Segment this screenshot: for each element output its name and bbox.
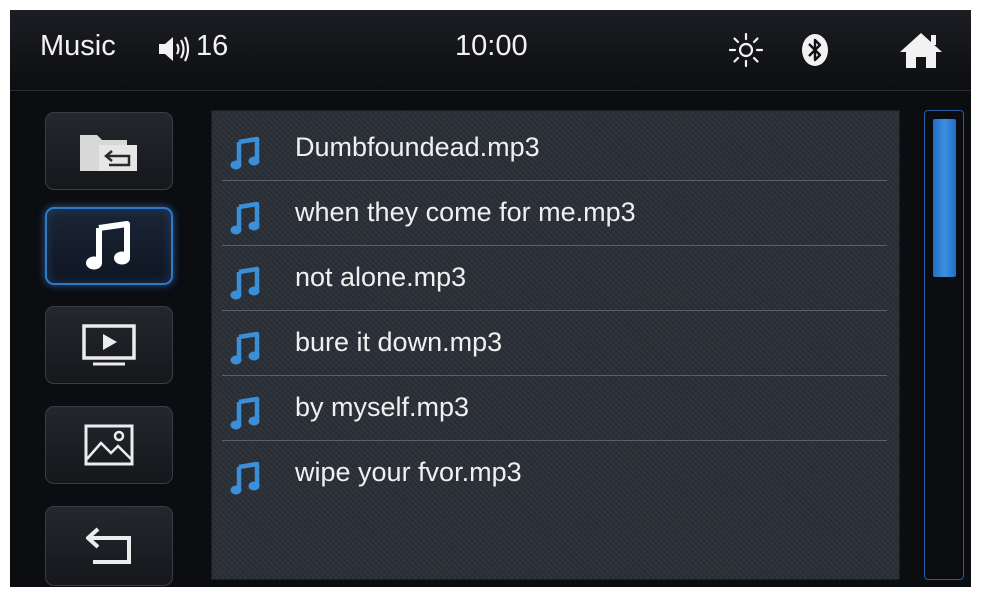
track-title: when they come for me.mp3 [295, 197, 636, 227]
app-title: Music [40, 30, 116, 62]
list-item[interactable]: wipe your fvor.mp3 [212, 441, 887, 506]
list-item[interactable]: Dumbfoundead.mp3 [212, 116, 887, 181]
bluetooth-icon[interactable] [800, 33, 830, 67]
track-list[interactable]: Dumbfoundead.mp3 when they come for me.m… [211, 110, 900, 580]
clock: 10:00 [455, 30, 528, 62]
sidebar-item-folder-back[interactable] [45, 112, 173, 190]
sidebar-item-video[interactable] [45, 306, 173, 384]
list-item[interactable]: when they come for me.mp3 [212, 181, 887, 246]
music-note-icon [230, 266, 260, 300]
image-icon [84, 424, 134, 466]
sidebar-item-back[interactable] [45, 506, 173, 586]
volume-level: 16 [196, 30, 229, 62]
music-note-icon [230, 461, 260, 495]
list-item[interactable]: bure it down.mp3 [212, 311, 887, 376]
list-item[interactable]: by myself.mp3 [212, 376, 887, 441]
video-play-icon [82, 324, 136, 366]
music-note-icon [230, 136, 260, 170]
music-note-icon [230, 331, 260, 365]
scrollbar-thumb[interactable] [933, 119, 956, 277]
track-title: Dumbfoundead.mp3 [295, 132, 540, 162]
brightness-icon[interactable] [728, 32, 764, 68]
list-item[interactable]: not alone.mp3 [212, 246, 887, 311]
folder-back-icon [80, 135, 137, 171]
media-player-screen: Music 16 10:00 Dumbfoundead.mp3 when the… [10, 10, 971, 587]
track-title: not alone.mp3 [295, 262, 467, 292]
return-arrow-icon [86, 527, 131, 564]
sidebar-item-photo[interactable] [45, 406, 173, 484]
music-note-icon [230, 396, 260, 430]
track-title: wipe your fvor.mp3 [295, 457, 522, 487]
track-title: by myself.mp3 [295, 392, 470, 422]
scrollbar[interactable] [924, 110, 964, 580]
status-bar: Music 16 10:00 [10, 10, 971, 91]
volume-icon[interactable] [157, 34, 191, 64]
music-note-icon [86, 221, 130, 270]
home-icon[interactable] [898, 30, 944, 70]
track-title: bure it down.mp3 [295, 327, 503, 357]
music-note-icon [230, 201, 260, 235]
sidebar-item-music[interactable] [45, 207, 173, 285]
